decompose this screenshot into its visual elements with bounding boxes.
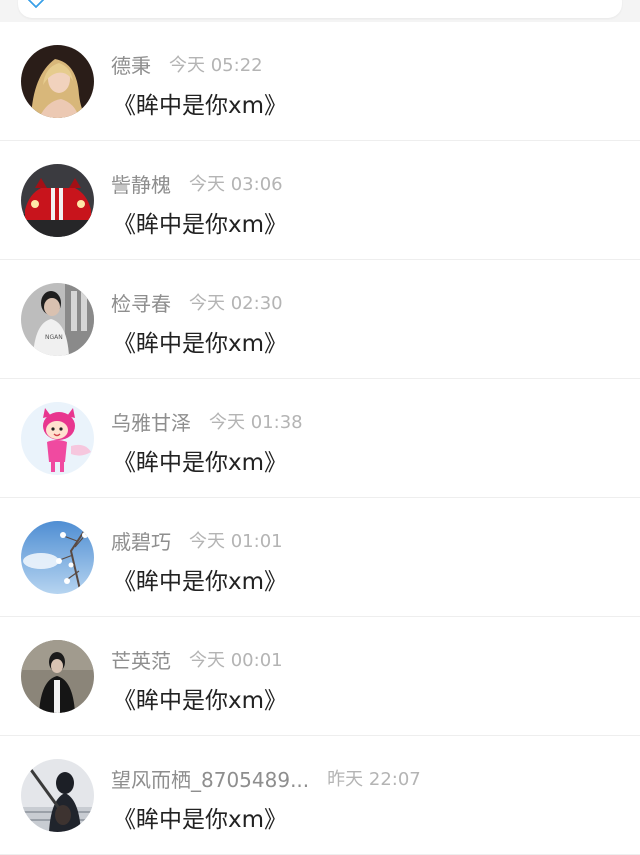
user-name[interactable]: 望风而栖_8705489... <box>111 764 309 793</box>
user-name[interactable]: 訾静槐 <box>111 169 171 198</box>
comment-time: 今天 05:22 <box>169 55 263 76</box>
svg-text:NGAN: NGAN <box>45 334 63 341</box>
comment-item[interactable]: 戚碧巧 今天 01:01 《眸中是你xm》 <box>0 498 640 617</box>
comment-list: 德秉 今天 05:22 《眸中是你xm》 訾静槐 今天 03:06 《眸中是你x… <box>0 22 640 855</box>
comment-text: 《眸中是你xm》 <box>113 569 288 595</box>
comment-meta: 芒英范 今天 00:01 <box>111 645 283 673</box>
user-name[interactable]: 戚碧巧 <box>111 526 171 555</box>
comment-time: 昨天 22:07 <box>327 769 421 790</box>
comment-time: 今天 01:01 <box>189 531 283 552</box>
comment-item[interactable]: 德秉 今天 05:22 《眸中是你xm》 <box>0 22 640 141</box>
comment-meta: 德秉 今天 05:22 <box>111 50 263 78</box>
user-name[interactable]: 检寻春 <box>111 288 171 317</box>
comment-time: 今天 00:01 <box>189 650 283 671</box>
comment-text: 《眸中是你xm》 <box>113 807 288 833</box>
comment-item[interactable]: NGAN 检寻春 今天 02:30 《眸中是你xm》 <box>0 260 640 379</box>
avatar[interactable] <box>21 164 94 237</box>
avatar[interactable] <box>21 640 94 713</box>
search-bar-area <box>0 0 640 22</box>
comment-text: 《眸中是你xm》 <box>113 688 288 714</box>
comment-meta: 检寻春 今天 02:30 <box>111 288 283 316</box>
avatar[interactable] <box>21 402 94 475</box>
user-name[interactable]: 乌雅甘泽 <box>111 407 191 436</box>
comment-item[interactable]: 乌雅甘泽 今天 01:38 《眸中是你xm》 <box>0 379 640 498</box>
comment-meta: 訾静槐 今天 03:06 <box>111 169 283 197</box>
avatar[interactable] <box>21 45 94 118</box>
comment-text: 《眸中是你xm》 <box>113 212 288 238</box>
user-name[interactable]: 芒英范 <box>111 645 171 674</box>
comment-time: 今天 01:38 <box>209 412 303 433</box>
comment-meta: 戚碧巧 今天 01:01 <box>111 526 283 554</box>
comment-item[interactable]: 芒英范 今天 00:01 《眸中是你xm》 <box>0 617 640 736</box>
avatar[interactable] <box>21 759 94 832</box>
comment-item[interactable]: 望风而栖_8705489... 昨天 22:07 《眸中是你xm》 <box>0 736 640 855</box>
comment-meta: 望风而栖_8705489... 昨天 22:07 <box>111 764 421 792</box>
avatar[interactable]: NGAN <box>21 283 94 356</box>
comment-text: 《眸中是你xm》 <box>113 93 288 119</box>
comment-text: 《眸中是你xm》 <box>113 450 288 476</box>
search-bar[interactable] <box>18 0 622 18</box>
comment-item[interactable]: 訾静槐 今天 03:06 《眸中是你xm》 <box>0 141 640 260</box>
avatar[interactable] <box>21 521 94 594</box>
comment-meta: 乌雅甘泽 今天 01:38 <box>111 407 303 435</box>
comment-time: 今天 02:30 <box>189 293 283 314</box>
comment-time: 今天 03:06 <box>189 174 283 195</box>
comment-text: 《眸中是你xm》 <box>113 331 288 357</box>
user-name[interactable]: 德秉 <box>111 50 151 79</box>
